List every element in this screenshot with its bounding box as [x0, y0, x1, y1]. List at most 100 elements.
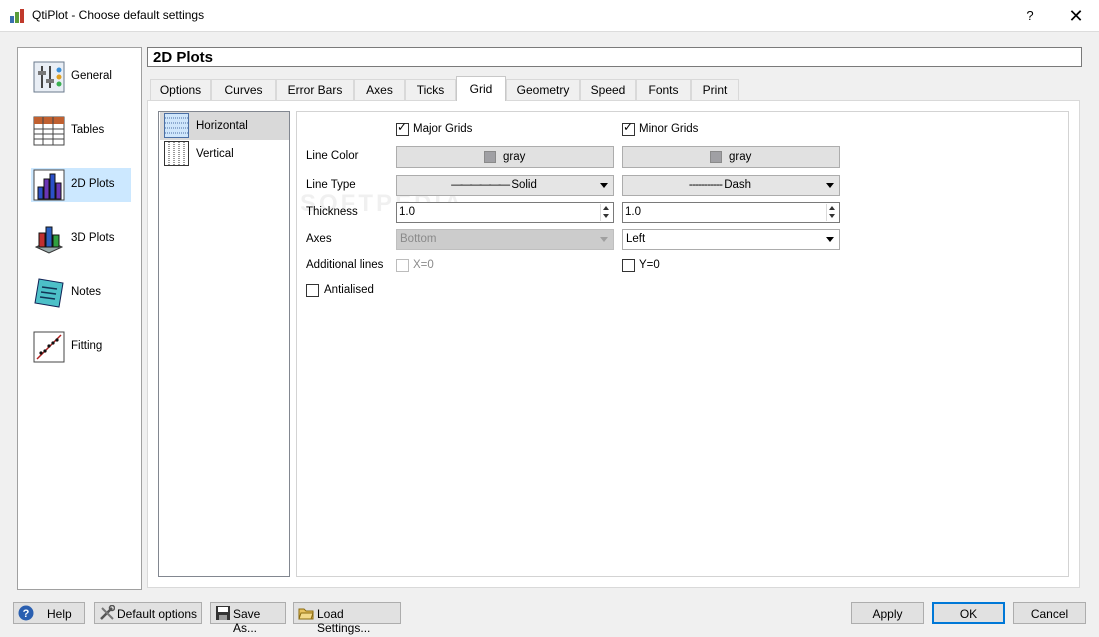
qtiplot-icon [10, 9, 24, 23]
tables-icon [33, 116, 65, 146]
sidebar-item-label: 3D Plots [71, 232, 115, 244]
default-options-button[interactable]: Default options [94, 602, 202, 624]
ok-label: OK [959, 607, 978, 621]
spin-buttons[interactable] [600, 204, 612, 221]
color-name: gray [503, 151, 526, 163]
grid-orientation-list: Horizontal Vertical [158, 111, 290, 577]
spin-up-icon[interactable] [829, 206, 835, 210]
tools-icon [100, 605, 115, 620]
selected-value: —————— Solid [397, 179, 591, 191]
tab-speed[interactable]: Speed [580, 79, 636, 100]
axes-label: Axes [306, 233, 332, 245]
cancel-button[interactable]: Cancel [1013, 602, 1086, 624]
horizontal-grid-icon [164, 113, 189, 138]
3d-plots-icon [34, 226, 64, 254]
title-help-button[interactable]: ? [1018, 4, 1042, 28]
color-swatch [710, 151, 722, 163]
page-title-box: 2D Plots [147, 47, 1082, 67]
major-line-color-button[interactable]: gray [396, 146, 614, 168]
major-grids-label: Major Grids [413, 123, 473, 135]
minor-line-color-button[interactable]: gray [622, 146, 840, 168]
minor-axis-select[interactable]: Left [622, 229, 840, 250]
help-icon: ? [18, 605, 34, 621]
chevron-down-icon [826, 183, 834, 188]
apply-button[interactable]: Apply [851, 602, 924, 624]
tab-error-bars[interactable]: Error Bars [276, 79, 354, 100]
spin-down-icon[interactable] [829, 214, 835, 218]
sidebar-item-label: 2D Plots [71, 178, 115, 190]
category-sidebar: General Tables 2D Plots 3D Plots Notes F… [17, 47, 142, 590]
list-item-vertical[interactable]: Vertical [160, 140, 289, 168]
list-item-label: Horizontal [196, 120, 248, 132]
selected-value: - - - - - - - - - - - Dash [623, 179, 817, 191]
sidebar-item-label: Fitting [71, 340, 103, 352]
sidebar-item-general[interactable]: General [31, 60, 131, 94]
additional-y0-label: Y=0 [639, 259, 660, 271]
chevron-down-icon [826, 237, 834, 242]
additional-x0-checkbox [396, 259, 409, 272]
sidebar-item-tables[interactable]: Tables [31, 114, 131, 148]
major-thickness-spinbox[interactable]: 1.0 [396, 202, 614, 223]
spin-up-icon[interactable] [603, 206, 609, 210]
major-grids-checkbox[interactable]: ✓ [396, 120, 409, 136]
vertical-grid-icon [164, 141, 189, 166]
default-options-label: Default options [117, 607, 198, 621]
chevron-down-icon [600, 183, 608, 188]
list-item-horizontal[interactable]: Horizontal [160, 112, 289, 140]
major-line-type-select[interactable]: —————— Solid [396, 175, 614, 196]
tab-geometry[interactable]: Geometry [506, 79, 580, 100]
apply-label: Apply [872, 607, 903, 621]
minor-thickness-spinbox[interactable]: 1.0 [622, 202, 840, 223]
tab-print[interactable]: Print [691, 79, 739, 100]
tab-fonts[interactable]: Fonts [636, 79, 691, 100]
thickness-label: Thickness [306, 206, 358, 218]
save-icon [216, 606, 230, 620]
sidebar-item-3d-plots[interactable]: 3D Plots [31, 222, 131, 256]
line-sample: - - - - - - - - - - - [688, 179, 723, 191]
folder-open-icon [298, 608, 314, 620]
minor-line-type-select[interactable]: - - - - - - - - - - - Dash [622, 175, 840, 196]
window-title: QtiPlot - Choose default settings [32, 8, 205, 22]
tab-axes[interactable]: Axes [354, 79, 405, 100]
spin-value: 1.0 [625, 206, 641, 218]
help-label: Help [47, 607, 72, 621]
sidebar-item-label: Notes [71, 286, 102, 298]
sidebar-item-notes[interactable]: Notes [31, 276, 131, 310]
additional-lines-label: Additional lines [306, 259, 384, 271]
load-settings-button[interactable]: Load Settings... [293, 602, 401, 635]
tab-grid[interactable]: Grid [456, 76, 506, 101]
line-sample: —————— [451, 179, 510, 191]
ok-button[interactable]: OK [932, 602, 1005, 624]
color-swatch [484, 151, 496, 163]
tab-options[interactable]: Options [150, 79, 211, 100]
2d-plots-icon [33, 169, 65, 201]
tab-ticks[interactable]: Ticks [405, 79, 456, 100]
checkmark-icon: ✓ [623, 120, 634, 134]
minor-grids-label: Minor Grids [639, 123, 699, 135]
svg-text:?: ? [23, 608, 30, 620]
general-icon [33, 61, 65, 93]
tab-curves[interactable]: Curves [211, 79, 276, 100]
close-icon[interactable]: ✕ [1063, 4, 1089, 28]
save-as-label: Save As... [233, 607, 261, 635]
line-type-value: Dash [724, 179, 752, 191]
spin-down-icon[interactable] [603, 214, 609, 218]
antialised-label: Antialised [324, 284, 374, 296]
save-as-button[interactable]: Save As... [210, 602, 286, 635]
help-button[interactable]: ? Help [13, 602, 85, 624]
sidebar-item-fitting[interactable]: Fitting [31, 330, 131, 364]
sidebar-item-2d-plots[interactable]: 2D Plots [31, 168, 131, 202]
line-type-value: Solid [511, 179, 537, 191]
checkmark-icon: ✓ [397, 120, 408, 134]
line-type-label: Line Type [306, 179, 356, 191]
color-name: gray [729, 151, 752, 163]
spin-buttons[interactable] [826, 204, 838, 221]
sidebar-item-label: Tables [71, 124, 105, 136]
cancel-label: Cancel [1030, 607, 1069, 621]
chevron-down-icon [600, 237, 608, 242]
additional-x0-label: X=0 [413, 259, 434, 271]
minor-grids-checkbox[interactable]: ✓ [622, 120, 635, 136]
load-settings-label: Load Settings... [317, 607, 371, 635]
additional-y0-checkbox[interactable] [622, 259, 635, 272]
antialised-checkbox[interactable] [306, 284, 319, 297]
